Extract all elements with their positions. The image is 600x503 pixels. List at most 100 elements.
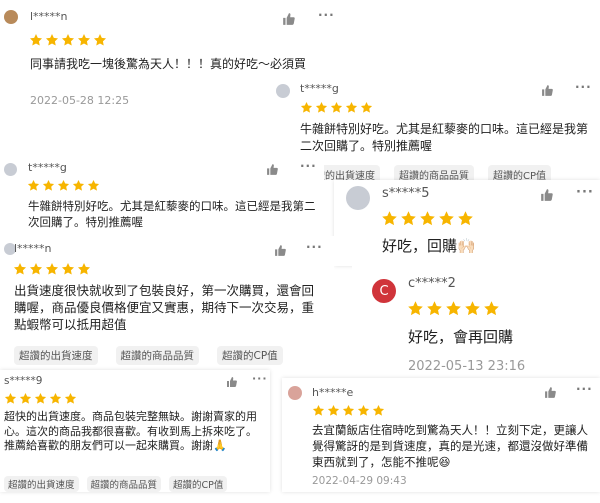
star-icon (357, 404, 370, 416)
star-icon (427, 301, 442, 316)
star-icon (312, 404, 325, 416)
more-icon[interactable]: ··· (300, 159, 317, 173)
rating-stars (27, 179, 102, 192)
review-card: l*****n 出貨速度很快就收到了包裝良好，第一次購買，還會回購喔，商品優良價… (0, 236, 334, 366)
star-icon (327, 404, 340, 416)
rating-stars (4, 392, 79, 405)
avatar (288, 386, 302, 400)
star-icon (77, 263, 91, 275)
review-text: 牛雜餅特別好吃。尤其是紅藜麥的口味。這已經是我第二次回購了。特別推薦喔 (28, 199, 316, 229)
reviewer-name: s*****5 (382, 186, 430, 201)
star-icon (408, 301, 423, 316)
tag-chip: 超讚的商品品質 (394, 165, 474, 180)
star-icon (446, 301, 461, 316)
rating-stars (13, 262, 93, 276)
review-text: 好吃，會再回購 (408, 328, 514, 346)
star-icon (93, 34, 107, 46)
review-card: s*****5 好吃，回購🙌🏻 ··· (334, 180, 600, 266)
star-icon (401, 211, 416, 226)
tag-chip: 超讚的商品品質 (115, 346, 199, 365)
tag-chip: 超讚的出貨速度 (4, 476, 79, 492)
more-icon[interactable]: ··· (576, 185, 594, 200)
star-icon (49, 392, 62, 404)
star-icon (29, 34, 43, 46)
star-icon (465, 301, 480, 316)
review-text: 好吃，回購🙌🏻 (382, 237, 476, 255)
star-icon (342, 404, 355, 416)
more-icon[interactable]: ··· (575, 80, 592, 94)
rating-stars (407, 300, 502, 317)
avatar (276, 84, 290, 98)
tag-list: 超讚的出貨速度 超讚的商品品質 超讚的CP值 (300, 165, 552, 180)
avatar (346, 186, 370, 210)
review-date: 2022-05-13 23:16 (408, 359, 526, 374)
star-icon (45, 263, 59, 275)
star-icon (87, 179, 100, 191)
star-icon (372, 404, 385, 416)
reviewer-name: s*****9 (4, 375, 43, 387)
review-card: s*****9 超快的出貨速度。商品包裝完整無缺。謝謝賣家的用心。這次的商品我都… (0, 370, 270, 492)
star-icon (345, 101, 358, 113)
star-icon (77, 34, 91, 46)
star-icon (64, 392, 77, 404)
thumbs-up-icon[interactable] (266, 163, 279, 176)
review-text: 超快的出貨速度。商品包裝完整無缺。謝謝賣家的用心。這次的商品我都很喜歡。有收到馬… (4, 410, 257, 452)
rating-stars (300, 101, 375, 114)
star-icon (61, 263, 75, 275)
tag-chip: 超讚的CP值 (488, 165, 552, 180)
tag-chip: 超讚的CP值 (169, 476, 228, 492)
more-icon[interactable]: ··· (318, 8, 335, 22)
review-date: 2022-04-29 09:43 (312, 475, 407, 487)
star-icon (19, 392, 32, 404)
tag-chip: 超讚的商品品質 (86, 476, 162, 492)
more-icon[interactable]: ··· (306, 240, 323, 254)
tag-list: 超讚的出貨速度 超讚的商品品質 超讚的CP值 (14, 346, 283, 365)
rating-stars (29, 33, 109, 47)
star-icon (360, 101, 373, 113)
star-icon (458, 211, 473, 226)
more-icon[interactable]: ··· (252, 372, 268, 385)
review-card: h*****e 去宜蘭飯店住宿時吃到驚為天人！！立刻下定，更讓人覺得驚訝的是到貨… (282, 378, 600, 492)
more-icon[interactable]: ··· (576, 382, 593, 396)
star-icon (34, 392, 47, 404)
reviewer-name: h*****e (312, 386, 354, 399)
star-icon (57, 179, 70, 191)
star-icon (42, 179, 55, 191)
review-card: t*****g 牛雜餅特別好吃。尤其是紅藜麥的口味。這已經是我第二次回購了。特別… (0, 153, 324, 233)
star-icon (382, 211, 397, 226)
thumbs-up-icon[interactable] (540, 188, 554, 202)
tag-chip: 超讚的出貨速度 (14, 346, 98, 365)
star-icon (61, 34, 75, 46)
star-icon (29, 263, 43, 275)
star-icon (420, 211, 435, 226)
reviewer-name: t*****g (300, 82, 339, 95)
star-icon (315, 101, 328, 113)
review-text: 同事請我吃一塊後驚為天人！！！真的好吃～必須買 (30, 57, 307, 71)
star-icon (72, 179, 85, 191)
reviewer-name: c*****2 (408, 276, 456, 291)
tag-chip: 超讚的CP值 (217, 346, 283, 365)
reviewer-name: l*****n (30, 10, 68, 23)
star-icon (439, 211, 454, 226)
review-text: 出貨速度很快就收到了包裝良好，第一次購買，還會回購喔，商品優良價格便宜又實惠，期… (14, 283, 315, 332)
reviewer-name: t*****g (28, 161, 67, 174)
star-icon (330, 101, 343, 113)
thumbs-up-icon[interactable] (226, 376, 238, 388)
reviewer-name: l*****n (14, 242, 52, 255)
avatar (4, 10, 18, 24)
review-text: 牛雜餅特別好吃。尤其是紅藜麥的口味。這已經是我第二次回購了。特別推薦喔 (300, 122, 589, 153)
avatar: C (372, 279, 396, 303)
star-icon (4, 392, 17, 404)
star-icon (13, 263, 27, 275)
rating-stars (381, 210, 476, 227)
star-icon (300, 101, 313, 113)
rating-stars (312, 404, 387, 417)
review-date: 2022-05-28 12:25 (30, 94, 130, 107)
thumbs-up-icon[interactable] (544, 386, 557, 399)
review-text: 去宜蘭飯店住宿時吃到驚為天人！！立刻下定，更讓人覺得驚訝的是到貨速度，真的是光速… (312, 423, 588, 469)
thumbs-up-icon[interactable] (541, 84, 554, 97)
avatar (4, 163, 17, 176)
star-icon (45, 34, 59, 46)
thumbs-up-icon[interactable] (274, 244, 287, 257)
thumbs-up-icon[interactable] (282, 12, 296, 26)
